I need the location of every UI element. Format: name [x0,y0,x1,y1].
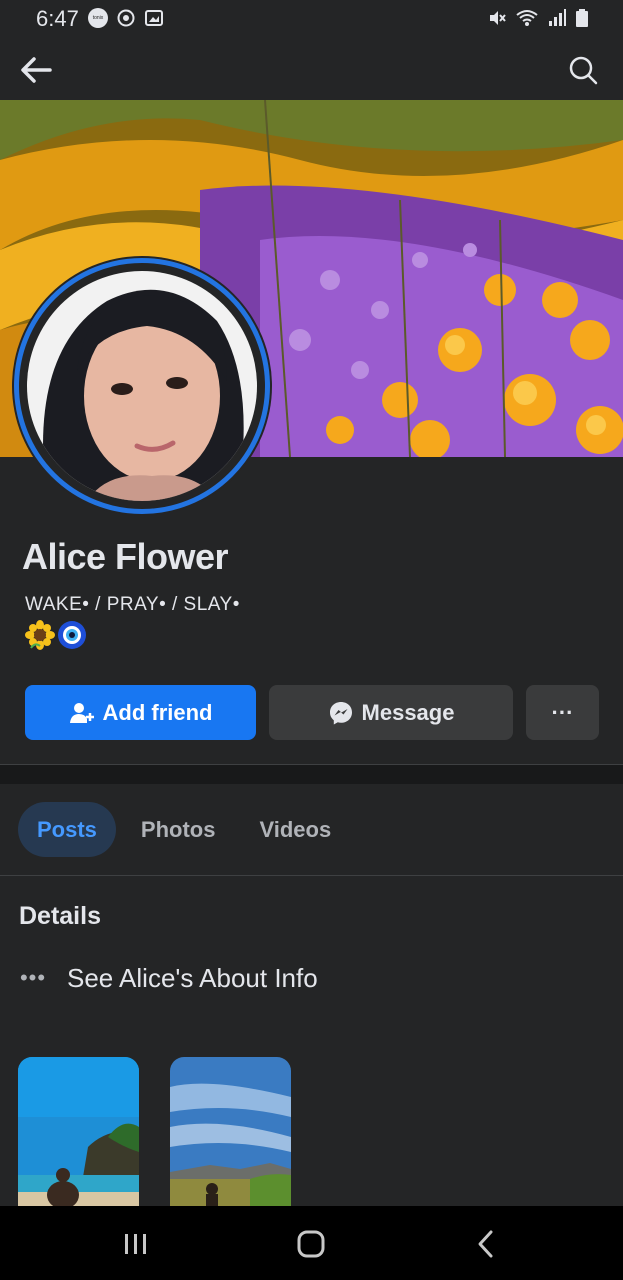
status-left-icons: tonix [88,8,164,28]
more-icon: ··· [551,699,574,725]
profile-bio: WAKE• / PRAY• / SLAY• [25,594,240,615]
about-info-label: See Alice's About Info [67,962,318,993]
tabs-separator [0,875,623,876]
arrow-left-icon [21,57,52,83]
recent-apps-button[interactable] [116,1224,156,1264]
back-nav-button[interactable] [466,1224,506,1264]
bio-emojis [25,620,87,650]
add-friend-label: Add friend [102,699,213,725]
profile-avatar[interactable] [12,256,272,516]
sync-icon [117,9,135,27]
profile-actions: Add friend Message ··· [25,685,599,740]
search-button[interactable] [563,50,603,90]
tab-videos-label: Videos [259,816,332,842]
add-friend-icon [69,702,94,723]
sunflower-icon [25,620,55,650]
home-button[interactable] [291,1224,331,1264]
back-button[interactable] [16,50,56,90]
tab-photos[interactable]: Photos [122,802,235,857]
top-app-bar [0,40,623,100]
more-dots-icon: ••• [19,965,47,990]
featured-photos [18,1057,291,1207]
back-icon [478,1230,493,1258]
profile-name: Alice Flower [22,536,229,577]
see-about-info-link[interactable]: ••• See Alice's About Info [19,960,318,996]
battery-icon [576,9,588,27]
messenger-icon [329,701,352,724]
recent-apps-icon [125,1234,146,1254]
section-divider [0,764,623,784]
avatar-photo [24,268,260,504]
tab-posts[interactable]: Posts [18,802,116,857]
home-icon [297,1230,325,1258]
featured-photo[interactable] [170,1057,291,1207]
tab-videos[interactable]: Videos [240,802,350,857]
search-icon [569,56,598,85]
message-button[interactable]: Message [269,685,513,740]
add-friend-button[interactable]: Add friend [25,685,256,740]
status-time: 6:47 [36,6,79,31]
system-nav-bar [0,1206,623,1280]
message-label: Message [361,699,455,725]
tab-posts-label: Posts [37,816,97,842]
featured-photo[interactable] [18,1057,139,1207]
mute-icon [490,11,506,25]
notification-app-icon: tonix [88,8,108,28]
wifi-icon [516,10,538,26]
profile-tabs: Posts Photos Videos [18,802,350,857]
more-options-button[interactable]: ··· [526,685,599,740]
avatar-story-ring [14,258,270,514]
details-heading: Details [19,902,101,930]
nazar-amulet-icon [58,621,86,649]
signal-icon [549,9,566,26]
status-right-icons [487,8,589,28]
image-icon [145,10,163,26]
tab-photos-label: Photos [140,816,216,842]
status-bar: 6:47 tonix [0,0,623,40]
